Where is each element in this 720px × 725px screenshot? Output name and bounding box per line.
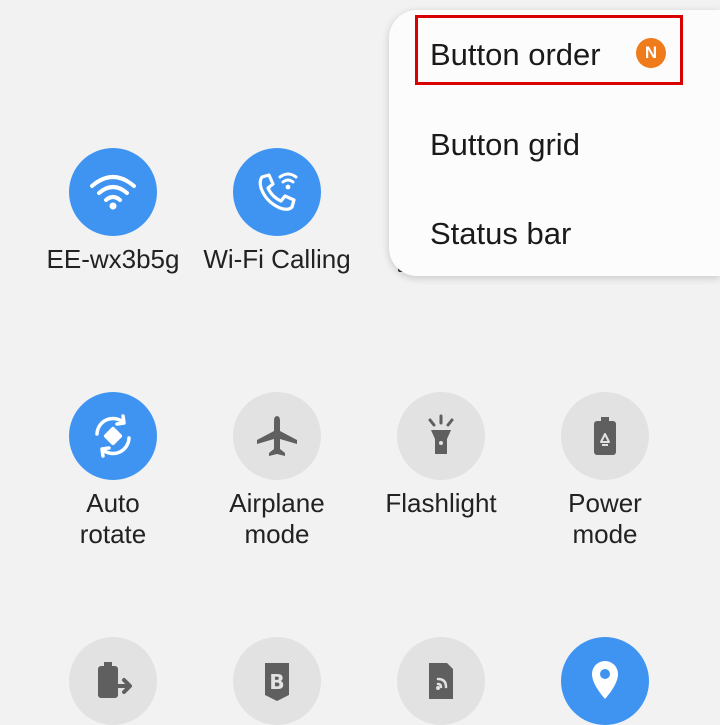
tile-label: Auto rotate (79, 488, 147, 549)
power-mode-toggle[interactable] (561, 392, 649, 480)
menu-item-label: Button order (430, 37, 601, 72)
battery-share-icon (98, 662, 132, 698)
tile-wifi-calling[interactable]: Wi-Fi Calling (195, 148, 359, 275)
nfc-icon (429, 663, 453, 699)
tile-label: Wi-Fi Calling (203, 244, 351, 274)
tile-bixby-routines[interactable]: B (195, 637, 359, 725)
location-icon (592, 661, 618, 699)
airplane-icon (257, 416, 297, 456)
new-badge: N (636, 38, 666, 68)
location-toggle[interactable] (561, 637, 649, 725)
tile-label: EE-wx3b5g (46, 244, 180, 274)
menu-item-label: Button grid (430, 127, 580, 162)
menu-item-button-grid[interactable]: Button grid (389, 100, 720, 190)
auto-rotate-toggle[interactable] (69, 392, 157, 480)
battery-share-toggle[interactable] (69, 637, 157, 725)
tile-label: Power mode (568, 488, 642, 549)
tile-airplane-mode[interactable]: Airplane mode (195, 392, 359, 550)
wifi-toggle[interactable] (69, 148, 157, 236)
flashlight-icon (428, 414, 454, 454)
tile-nfc[interactable] (359, 637, 523, 725)
menu-item-status-bar[interactable]: Status bar (389, 189, 720, 279)
menu-item-button-order[interactable]: Button order N (389, 10, 720, 100)
tile-auto-rotate[interactable]: Auto rotate (31, 392, 195, 550)
flashlight-toggle[interactable] (397, 392, 485, 480)
tile-flashlight[interactable]: Flashlight (359, 392, 523, 519)
tile-wifi[interactable]: EE-wx3b5g (31, 148, 195, 275)
tile-label: Flashlight (385, 488, 497, 518)
svg-text:B: B (269, 670, 284, 694)
power-mode-icon (594, 417, 616, 455)
quick-panel-more-menu: Button order N Button grid Status bar (389, 10, 720, 276)
wifi-icon (90, 175, 136, 210)
bixby-routines-icon: B (265, 663, 289, 701)
airplane-toggle[interactable] (233, 392, 321, 480)
auto-rotate-icon (95, 414, 131, 458)
wifi-calling-icon (258, 172, 298, 211)
tile-power-mode[interactable]: Power mode (523, 392, 687, 550)
tile-battery-share[interactable] (31, 637, 195, 725)
menu-item-label: Status bar (430, 216, 572, 251)
bixby-routines-toggle[interactable]: B (233, 637, 321, 725)
wifi-calling-toggle[interactable] (233, 148, 321, 236)
nfc-toggle[interactable] (397, 637, 485, 725)
tile-label: Airplane mode (229, 488, 325, 549)
tile-location[interactable] (523, 637, 687, 725)
